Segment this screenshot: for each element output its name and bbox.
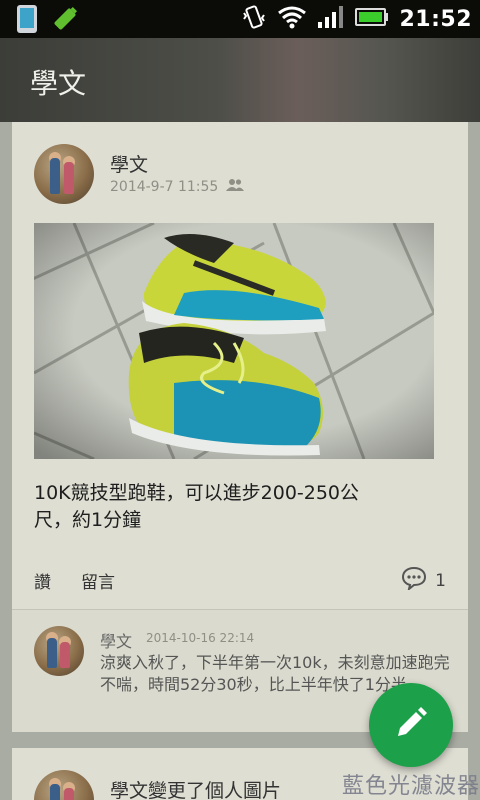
comment-count-value: 1 [435, 570, 446, 591]
comment-avatar[interactable] [34, 626, 84, 676]
comment-timestamp: 2014-10-16 22:14 [146, 631, 255, 645]
watermark-overlay: 藍色光濾波器 [342, 774, 480, 799]
shoe-photo [34, 223, 434, 459]
battery-icon [355, 7, 389, 31]
post-author[interactable]: 學文 [110, 150, 148, 177]
comment-author[interactable]: 學文 [100, 628, 132, 652]
signal-icon [317, 5, 345, 33]
clock: 21:52 [399, 6, 472, 32]
comment-bubble-icon [401, 566, 427, 595]
edit-pencil-icon [394, 706, 428, 744]
battery-saver-icon [50, 4, 80, 38]
like-button[interactable]: 讚 [34, 568, 51, 593]
wifi-icon [277, 5, 307, 33]
avatar[interactable] [34, 770, 94, 800]
phone-icon [14, 4, 40, 38]
post-timestamp: 2014-9-7 11:55 [110, 179, 219, 195]
app-bar: 學文 [0, 38, 480, 122]
status-bar: 21:52 [0, 0, 480, 38]
post-card[interactable]: 學文 2014-9-7 11:55 10K競技型跑鞋，可以進步200-250公尺… [12, 122, 468, 610]
post-meta: 2014-9-7 11:55 [110, 178, 245, 196]
post-text: 10K競技型跑鞋，可以進步200-250公尺，約1分鐘 [34, 482, 360, 531]
vibrate-icon [241, 4, 267, 34]
avatar[interactable] [34, 144, 94, 204]
app-bar-title: 學文 [30, 67, 87, 100]
comment-count[interactable]: 1 [401, 566, 446, 595]
friends-icon [226, 178, 245, 196]
comment-button[interactable]: 留言 [81, 568, 115, 593]
post-activity-text: 學文變更了個人圖片 [110, 780, 282, 800]
post-actions: 讚 留言 [34, 568, 115, 593]
post-photo[interactable] [34, 223, 434, 459]
compose-button[interactable] [369, 683, 453, 767]
